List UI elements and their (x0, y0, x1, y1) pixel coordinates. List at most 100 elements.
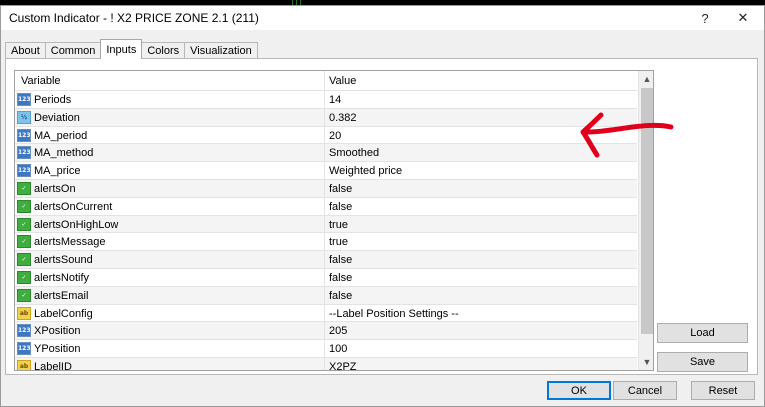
close-icon: ✕ (737, 10, 749, 25)
save-button[interactable]: Save (657, 352, 748, 372)
string-type-icon: ab (17, 306, 31, 320)
variable-value[interactable]: false (329, 272, 352, 284)
scroll-down-button[interactable]: ▼ (639, 354, 653, 370)
input-row-ma_period[interactable]: 123 MA_period 20 (15, 126, 637, 145)
cell-divider (324, 215, 325, 233)
load-button[interactable]: Load (657, 323, 748, 343)
variable-value[interactable]: 0.382 (329, 112, 357, 124)
tab-common[interactable]: Common (44, 42, 102, 59)
integer-type-icon: 123 (17, 146, 31, 160)
variable-value[interactable]: false (329, 183, 352, 195)
input-row-xposition[interactable]: 123 XPosition 205 (15, 322, 637, 341)
cell-divider (324, 304, 325, 322)
input-row-alertsonhighlow[interactable]: ✓ alertsOnHighLow true (15, 215, 637, 234)
variable-value[interactable]: 100 (329, 343, 347, 355)
tab-inputs[interactable]: Inputs (100, 39, 143, 59)
inputs-panel: Variable Value 123 Periods 14 ½ Deviation 0.3… (5, 58, 758, 375)
grid-rows: 123 Periods 14 ½ Deviation 0.382 123 MA_period 2… (15, 91, 637, 370)
variable-name: alertsSound (34, 254, 93, 267)
cell-divider (324, 197, 325, 215)
cell-divider (324, 144, 325, 162)
double-type-icon: ½ (17, 110, 31, 124)
variable-name: YPosition (34, 343, 81, 356)
boolean-type-icon: ✓ (17, 253, 31, 267)
grid-header: Variable Value (15, 71, 637, 91)
input-row-labelconfig[interactable]: ab LabelConfig --Label Position Settings -… (15, 304, 637, 323)
variable-value[interactable]: 14 (329, 94, 341, 106)
boolean-type-icon: ✓ (17, 199, 31, 213)
cell-divider (324, 268, 325, 286)
cell-divider (324, 179, 325, 197)
reset-button[interactable]: Reset (691, 381, 755, 400)
integer-type-icon: 123 (17, 128, 31, 142)
tab-about[interactable]: About (5, 42, 46, 59)
variable-name: alertsEmail (34, 289, 89, 302)
scroll-thumb[interactable] (641, 88, 653, 334)
variable-name: Periods (34, 94, 72, 106)
cell-divider (324, 286, 325, 304)
column-header-variable[interactable]: Variable (21, 75, 61, 87)
chevron-down-icon: ▼ (642, 357, 652, 367)
cell-divider (324, 126, 325, 144)
cell-divider (324, 340, 325, 357)
variable-value[interactable]: 20 (329, 130, 341, 142)
variable-name: alertsOn (34, 182, 76, 195)
variable-value[interactable]: Weighted price (329, 165, 402, 177)
help-icon: ? (701, 10, 709, 26)
boolean-type-icon: ✓ (17, 217, 31, 231)
variable-value[interactable]: false (329, 254, 352, 266)
title-bar: Custom Indicator - ! X2 PRICE ZONE 2.1 (… (1, 6, 764, 30)
input-row-alertson[interactable]: ✓ alertsOn false (15, 179, 637, 198)
help-button[interactable]: ? (687, 6, 723, 30)
variable-value[interactable]: true (329, 236, 348, 248)
ok-button[interactable]: OK (547, 381, 611, 400)
variable-name: alertsMessage (34, 236, 106, 249)
variable-name: MA_period (34, 129, 88, 142)
variable-value[interactable]: Smoothed (329, 147, 379, 159)
input-row-alertssound[interactable]: ✓ alertsSound false (15, 251, 637, 269)
cancel-button[interactable]: Cancel (613, 381, 677, 400)
cell-divider (324, 108, 325, 126)
integer-type-icon: 123 (17, 164, 31, 178)
input-row-ma_method[interactable]: 123 MA_method Smoothed (15, 144, 637, 163)
cell-divider (324, 357, 325, 370)
integer-type-icon: 123 (17, 342, 31, 356)
input-row-periods[interactable]: 123 Periods 14 (15, 91, 637, 109)
variable-value[interactable]: --Label Position Settings -- (329, 308, 459, 320)
variable-value[interactable]: false (329, 201, 352, 213)
variable-name: alertsOnHighLow (34, 218, 119, 231)
variable-value[interactable]: true (329, 219, 348, 231)
input-row-alertsnotify[interactable]: ✓ alertsNotify false (15, 268, 637, 287)
string-type-icon: ab (17, 359, 31, 370)
column-header-value[interactable]: Value (329, 75, 356, 87)
input-row-alertsemail[interactable]: ✓ alertsEmail false (15, 286, 637, 305)
input-row-labelid[interactable]: ab LabelID X2PZ (15, 357, 637, 370)
boolean-type-icon: ✓ (17, 181, 31, 195)
input-row-alertsoncurrent[interactable]: ✓ alertsOnCurrent false (15, 197, 637, 216)
input-row-ma_price[interactable]: 123 MA_price Weighted price (15, 162, 637, 180)
variable-value[interactable]: false (329, 290, 352, 302)
vertical-scrollbar[interactable]: ▲ ▼ (638, 71, 653, 370)
cell-divider (324, 322, 325, 340)
close-button[interactable]: ✕ (725, 6, 761, 30)
input-row-deviation[interactable]: ½ Deviation 0.382 (15, 108, 637, 127)
inputs-grid: Variable Value 123 Periods 14 ½ Deviation 0.3… (14, 70, 654, 371)
cell-divider (324, 162, 325, 179)
input-row-yposition[interactable]: 123 YPosition 100 (15, 340, 637, 358)
scroll-up-button[interactable]: ▲ (639, 71, 653, 87)
variable-name: alertsNotify (34, 271, 90, 284)
variable-name: Deviation (34, 111, 80, 124)
tab-bar: About Common Inputs Colors Visualization (5, 39, 258, 59)
variable-name: XPosition (34, 325, 81, 338)
integer-type-icon: 123 (17, 93, 31, 106)
variable-value[interactable]: 205 (329, 325, 347, 337)
boolean-type-icon: ✓ (17, 270, 31, 284)
tab-visualization[interactable]: Visualization (184, 42, 258, 59)
tab-colors[interactable]: Colors (141, 42, 186, 59)
chevron-up-icon: ▲ (642, 74, 652, 84)
variable-value[interactable]: X2PZ (329, 361, 357, 370)
column-divider[interactable] (324, 71, 325, 91)
custom-indicator-dialog: Custom Indicator - ! X2 PRICE ZONE 2.1 (… (0, 5, 765, 407)
input-row-alertsmessage[interactable]: ✓ alertsMessage true (15, 233, 637, 252)
cell-divider (324, 251, 325, 268)
